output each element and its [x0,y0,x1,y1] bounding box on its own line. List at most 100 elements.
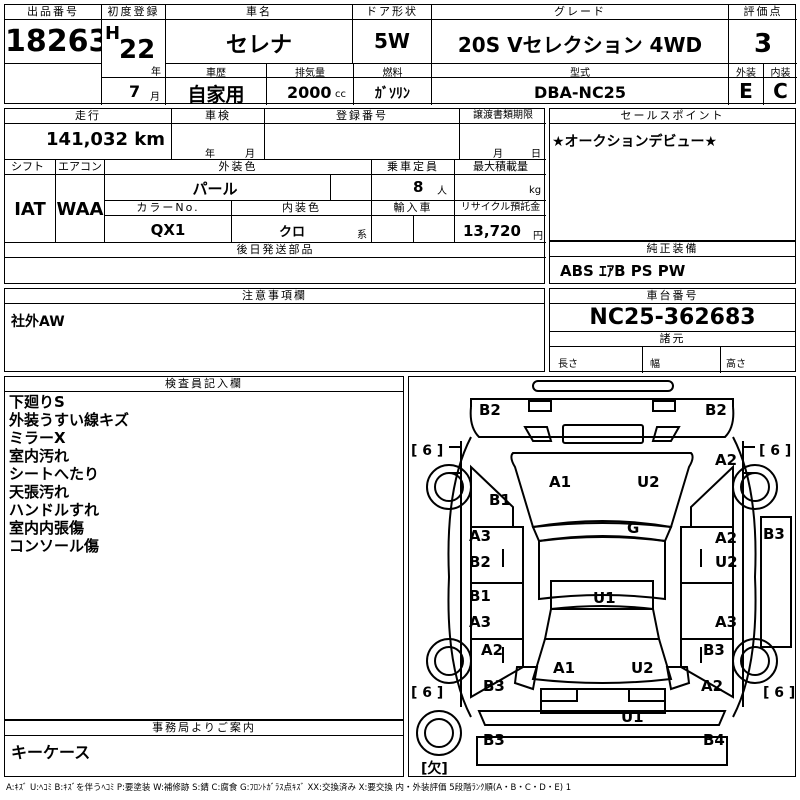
office-block: 事務局よりご案内 キーケース [4,720,404,777]
tire-mark: [ 6 ] [759,443,791,459]
inspector-note: ハンドルすれ [9,501,100,519]
score: 3 [753,29,773,59]
transfer-day-unit: 日 [531,149,541,160]
color-no-label: カラーNo. [105,201,231,216]
first-reg-month: 7 [129,82,141,101]
door-type: 5W [374,29,410,53]
damage-mark: U2 [715,553,738,571]
vehicle-details-block: 走行 車検 登録番号 譲渡書類期限 141,032 km 年 月 月 日 シフト… [4,108,546,284]
capacity-label: 乗車定員 [372,160,454,175]
inspector-note: コンソール傷 [9,537,100,555]
damage-mark: B1 [489,491,511,509]
damage-mark: B2 [479,401,501,419]
displacement: 2000 [287,83,332,102]
displacement-label: 排気量 [295,68,325,79]
spare-tire-mark: [欠] [421,760,448,776]
inspector-block: 検査員記入欄 下廻りS 外装うすい線キズ ミラーX 室内汚れ シートへたり 天張… [4,376,404,720]
import-label: 輸入車 [372,201,454,216]
inspector-note: シートへたり [9,465,100,483]
door-label: ドア形状 [353,5,431,20]
interior-grade: C [773,79,788,103]
recycle-unit: 円 [533,231,543,242]
lot-number: 18263 [5,24,101,59]
car-name: セレナ [225,33,292,58]
recycle-label: リサイクル預託金 [455,201,546,216]
caution-text: 社外AW [11,314,65,330]
lot-label: 出品番号 [5,5,101,20]
year-unit: 年 [151,67,161,78]
exterior-grade: E [739,79,753,103]
recycle-fee: 13,720 [463,222,521,240]
damage-mark: B2 [469,553,491,571]
capacity: 8 [413,178,424,196]
grade-label: グレード [432,5,728,20]
chassis-number: NC25-362683 [589,305,756,330]
regno-label: 登録番号 [265,109,459,124]
tire-mark: [ 6 ] [763,685,795,701]
fuel-label: 燃料 [382,68,403,79]
model-label: 型式 [570,68,590,79]
inspection-year-unit: 年 [205,149,215,160]
ac-label: エアコン [56,160,104,175]
caution-block: 注意事項欄 社外AW [4,288,545,372]
damage-mark: U2 [637,473,660,491]
inspector-note: 室内汚れ [9,447,70,465]
shift: IAT [14,199,46,220]
color-label: 外装色 [105,160,371,175]
interior-color-label: 内装色 [232,201,371,216]
shift-label: シフト [5,160,55,175]
history-label: 車歴 [206,68,226,79]
sales-point-label: セールスポイント [550,109,795,124]
front-outline-shape [470,398,734,407]
height-label: 高さ [726,359,746,370]
inspection-label: 車検 [172,109,264,124]
inspector-note: 室内内張傷 [9,519,85,537]
inspector-note: 天張汚れ [9,483,70,501]
later-parts-label: 後日発送部品 [5,243,546,258]
score-label: 評価点 [729,5,797,20]
displacement-unit: cc [335,89,346,100]
damage-mark: A3 [469,527,491,545]
office-label: 事務局よりご案内 [5,721,403,736]
color: パール [192,180,238,198]
front-bumper-shape [532,380,674,392]
damage-mark: A3 [715,613,737,631]
chassis-block: 車台番号 NC25-362683 諸元 長さ 幅 高さ [549,288,796,373]
damage-mark: U2 [631,659,654,677]
first-reg-year: 22 [119,35,156,65]
load-unit: kg [529,185,542,196]
damage-mark: A2 [715,529,737,547]
office-text: キーケース [11,743,91,762]
car-diagram-svg: B2 B2 A2 B1 A1 U2 G B3 A3 A2 B2 U2 U1 B1… [411,380,795,776]
interior-label: 内装 [770,68,791,79]
capacity-unit: 人 [437,186,447,197]
damage-mark: A2 [481,641,503,659]
damage-mark: G [627,519,639,537]
transfer-label: 譲渡書類期限 [460,109,546,124]
tire-mark: [ 6 ] [411,685,443,701]
width-label: 幅 [650,359,660,370]
chassis-label: 車台番号 [550,289,795,304]
month-unit: 月 [150,92,160,103]
equipment-block: 純正装備 ABS ｴｱB PS PW [549,241,796,284]
legend: A:ｷｽﾞ U:ﾍｺﾐ B:ｷｽﾞを伴うﾍｺﾐ P:要塗装 W:補修跡 S:錆 … [6,783,572,793]
specs-label: 諸元 [550,332,795,347]
inspector-note: ミラーX [9,429,66,447]
car-name-label: 車名 [166,5,352,20]
damage-mark: A2 [715,451,737,469]
damage-mark: B1 [469,587,491,605]
interior-color: クロ [278,225,305,240]
model: DBA-NC25 [534,83,626,102]
caution-label: 注意事項欄 [5,289,544,304]
color-no: QX1 [150,221,186,239]
damage-mark: A2 [701,677,723,695]
damage-diagram: B2 B2 A2 B1 A1 U2 G B3 A3 A2 B2 U2 U1 B1… [408,376,796,777]
damage-mark: U1 [621,708,644,726]
damage-mark: B4 [703,731,725,749]
exterior-label: 外装 [736,68,756,79]
inspector-note: 下廻りS [9,393,65,411]
equipment-text: ABS ｴｱB PS PW [560,262,686,280]
length-label: 長さ [558,359,578,370]
damage-mark: B3 [763,525,785,543]
damage-mark: B3 [483,677,505,695]
